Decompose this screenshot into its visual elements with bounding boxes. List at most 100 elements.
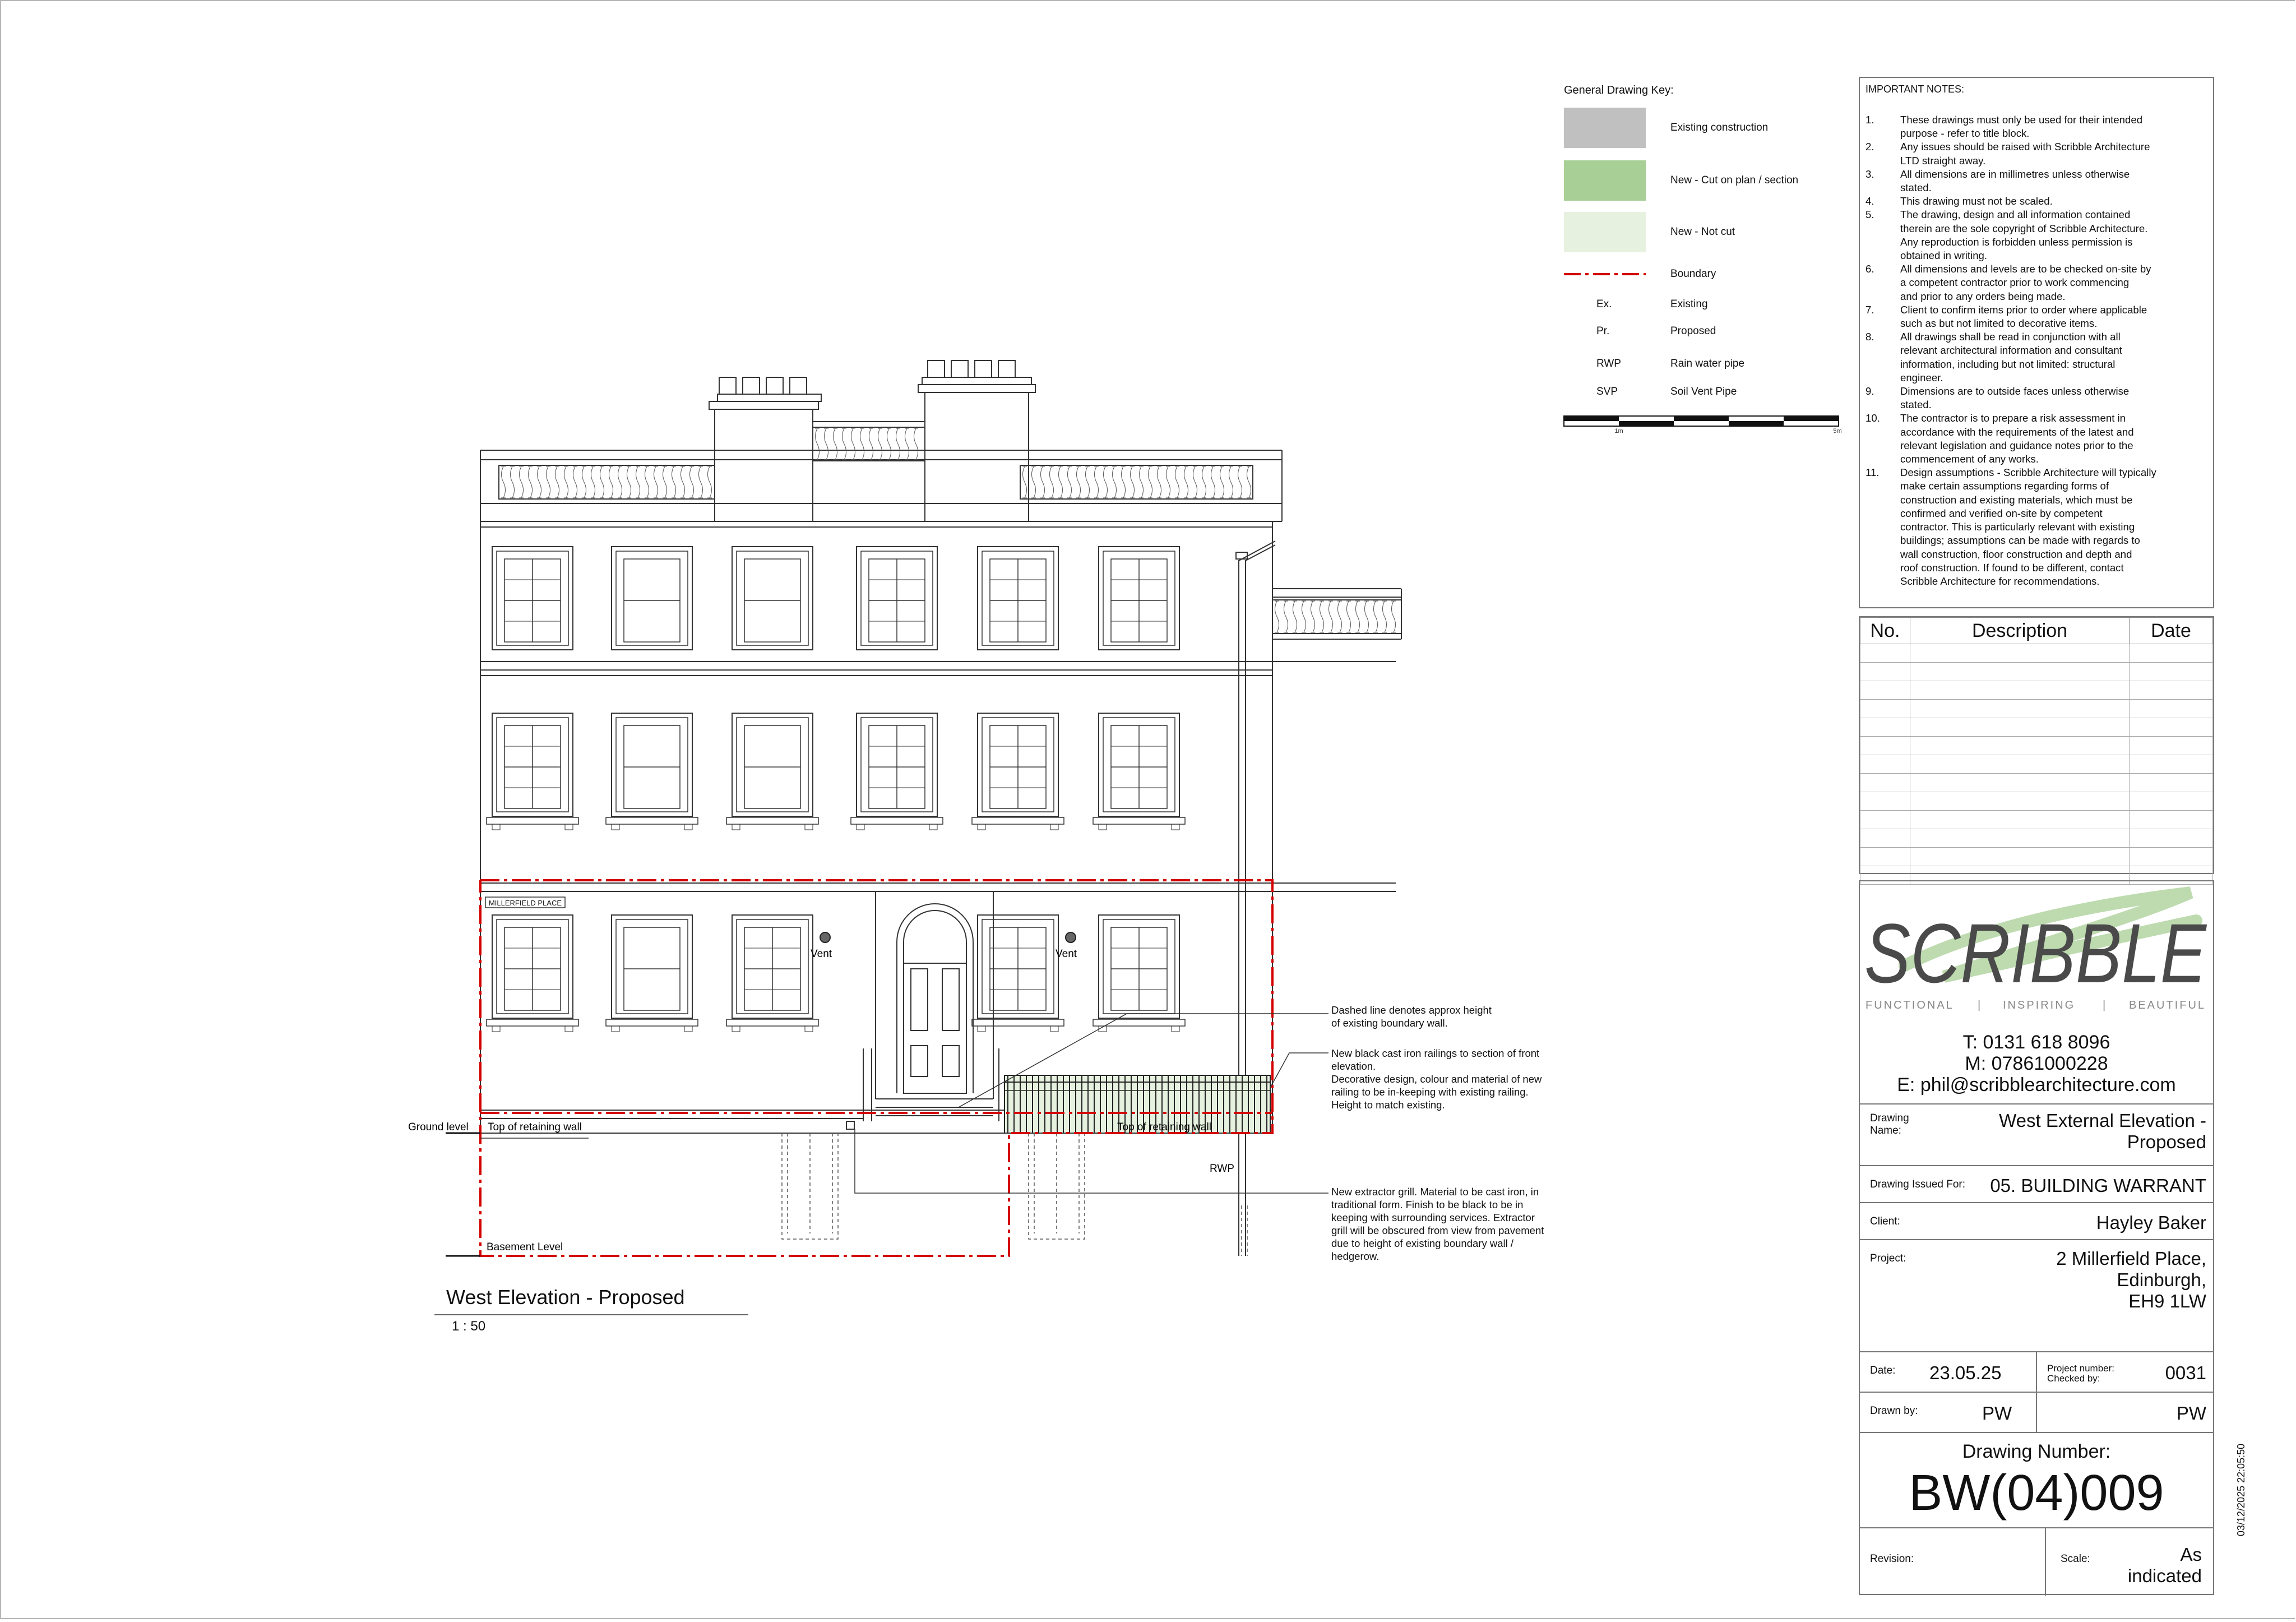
vent-left-label: Vent	[811, 948, 832, 960]
window	[611, 546, 693, 650]
svg-text:railing to be in-keeping with: railing to be in-keeping with existing r…	[1331, 1086, 1529, 1098]
client-row: Client: Hayley Baker	[1860, 1202, 2213, 1240]
svg-text:SCRIBBLE: SCRIBBLE	[1864, 906, 2207, 1000]
note-number: 8.	[1866, 331, 1874, 343]
svg-text:|: |	[2103, 999, 2107, 1011]
svg-text:grill will be obscured from vi: grill will be obscured from view from pa…	[1331, 1224, 1544, 1236]
window	[1098, 713, 1180, 817]
project-number-label: Project number: Checked by:	[2047, 1363, 2114, 1384]
drawn-by-row: Drawn by: PW PW	[1860, 1392, 2213, 1433]
notes-list: 1. These drawings must only be used for t…	[1866, 113, 2207, 588]
rev-header-no: No.	[1860, 617, 1910, 644]
svg-text:due to height of existing boun: due to height of existing boundary wall …	[1331, 1237, 1514, 1249]
key-swatch-existing	[1564, 108, 1646, 148]
revision-row	[1860, 829, 2213, 848]
scale-bar-label: 1m	[1614, 428, 1623, 435]
title-block: SCRIBBLE FUNCTIONAL | INSPIRING | BEAUTI…	[1859, 880, 2214, 1596]
notes-title: IMPORTANT NOTES:	[1866, 84, 1965, 95]
note-number: 3.	[1866, 168, 1874, 180]
client-value: Hayley Baker	[2096, 1212, 2206, 1233]
abbr: Ex.	[1596, 298, 1612, 310]
revision-row	[1860, 847, 2213, 866]
key-new-not-cut: New - Not cut	[1564, 212, 1827, 257]
note-text: Client to confirm items prior to order w…	[1900, 303, 2147, 330]
drawing-name-row: Drawing Name: West External Elevation - …	[1860, 1103, 2213, 1166]
abbr-desc: Rain water pipe	[1670, 358, 1745, 369]
note-number: 9.	[1866, 385, 1874, 398]
window	[492, 914, 573, 1019]
note-number: 5.	[1866, 209, 1874, 221]
drawn-by-label: Drawn by:	[1870, 1405, 1918, 1417]
svg-text:INSPIRING: INSPIRING	[2003, 999, 2075, 1011]
window	[732, 713, 813, 817]
note-item: 11. Design assumptions - Scribble Archite…	[1866, 466, 2207, 588]
street-sign: MILLERFIELD PLACE	[489, 899, 562, 907]
scale-value: As indicated	[2127, 1544, 2202, 1586]
note-item: 2. Any issues should be raised with Scrib…	[1866, 140, 2207, 167]
rev-header-description: Description	[1910, 617, 2130, 644]
note-text: This drawing must not be scaled.	[1900, 195, 2053, 207]
revision-scale-row: Revision: Scale: As indicated	[1860, 1527, 2213, 1596]
rain-water-pipe	[1235, 540, 1276, 1256]
note-number: 7.	[1866, 303, 1874, 316]
key-label: New - Cut on plan / section	[1670, 174, 1799, 186]
revision-label: Revision:	[1870, 1553, 1914, 1565]
revision-row	[1860, 644, 2213, 663]
top-retaining-wall-right-label: Top of retaining wall	[1117, 1121, 1211, 1133]
key-swatch-new-not-cut	[1564, 212, 1646, 252]
svg-text:FUNCTIONAL: FUNCTIONAL	[1866, 999, 1954, 1011]
window	[1098, 546, 1180, 650]
note-item: 6. All dimensions and levels are to be ch…	[1866, 262, 2207, 303]
svg-text:Decorative design, colour and: Decorative design, colour and material o…	[1331, 1073, 1542, 1085]
note-text: The contractor is to prepare a risk asse…	[1900, 412, 2134, 465]
note-text: These drawings must only be used for the…	[1900, 114, 2143, 140]
annotation-extractor-grill: New extractor grill. Material to be cast…	[1331, 1186, 1544, 1262]
key-swatch-boundary	[1564, 273, 1646, 275]
abbr-desc: Soil Vent Pipe	[1670, 386, 1737, 398]
elevation-drawing: MILLERFIELD PLACE Ground level Top of re…	[408, 360, 1544, 1334]
revision-row	[1860, 662, 2213, 681]
ground-level-label: Ground level	[408, 1121, 469, 1133]
window	[611, 914, 693, 1019]
contact-email[interactable]: E: phil@scribblearchitecture.com	[1860, 1074, 2213, 1096]
drawing-name-label: Drawing Name:	[1870, 1112, 1909, 1136]
note-number: 10.	[1866, 412, 1880, 424]
key-title: General Drawing Key:	[1564, 84, 1674, 96]
important-notes: IMPORTANT NOTES: 1. These drawings must o…	[1859, 77, 2214, 608]
note-text: Dimensions are to outside faces unless o…	[1900, 385, 2130, 411]
issued-for-value: 05. BUILDING WARRANT	[1990, 1175, 2206, 1196]
checked-by-value: PW	[2176, 1403, 2206, 1424]
scale-bar-label: 5m	[1833, 428, 1841, 435]
abbr-desc: Existing	[1670, 298, 1708, 310]
window	[732, 914, 813, 1019]
note-number: 4.	[1866, 195, 1874, 207]
scale-label: Scale:	[2061, 1553, 2090, 1565]
note-number: 6.	[1866, 263, 1874, 275]
annotation-dashed-line: Dashed line denotes approx height of exi…	[1331, 1004, 1492, 1029]
scribble-logo: SCRIBBLE FUNCTIONAL | INSPIRING | BEAUTI…	[1864, 886, 2207, 1011]
svg-text:BEAUTIFUL: BEAUTIFUL	[2129, 999, 2206, 1011]
svg-text:New black cast iron railings t: New black cast iron railings to section …	[1331, 1047, 1539, 1059]
revision-row	[1860, 699, 2213, 718]
note-number: 11.	[1866, 466, 1880, 479]
note-text: The drawing, design and all information …	[1900, 209, 2148, 262]
note-text: Any issues should be raised with Scribbl…	[1900, 141, 2150, 167]
key-abbreviations: Ex. Existing Pr. Proposed RWP Rain water…	[1564, 298, 1827, 399]
window	[977, 914, 1059, 1019]
key-new-cut: New - Cut on plan / section	[1564, 160, 1827, 205]
revision-row	[1860, 736, 2213, 755]
revision-row	[1860, 681, 2213, 700]
window	[611, 713, 693, 817]
svg-text:traditional form. Finish to be: traditional form. Finish to be black to …	[1331, 1199, 1523, 1210]
revision-row	[1860, 718, 2213, 737]
note-item: 1. These drawings must only be used for t…	[1866, 113, 2207, 140]
svg-text:Dashed line denotes approx hei: Dashed line denotes approx height	[1331, 1004, 1492, 1016]
drawing-number-label: Drawing Number:	[1962, 1441, 2111, 1462]
key-label: Existing construction	[1670, 122, 1769, 133]
rwp-label: RWP	[1210, 1163, 1234, 1175]
revision-table: No. Description Date	[1859, 616, 2214, 885]
drawing-name-value: West External Elevation - Proposed	[1999, 1110, 2206, 1152]
note-item: 8. All drawings shall be read in conjunct…	[1866, 330, 2207, 385]
note-text: All dimensions are in millimetres unless…	[1900, 168, 2130, 194]
revision-row	[1860, 810, 2213, 829]
